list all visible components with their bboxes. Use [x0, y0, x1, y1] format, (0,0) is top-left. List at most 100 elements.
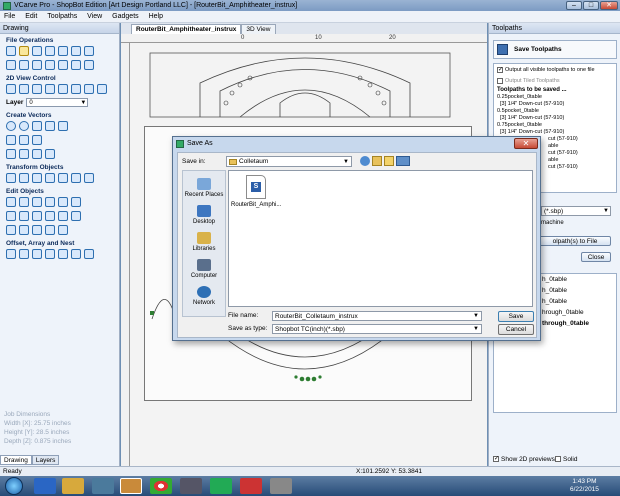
export-icon[interactable]	[45, 60, 55, 70]
notes-icon[interactable]	[58, 60, 68, 70]
measure-icon[interactable]	[32, 225, 42, 235]
post-processor-select[interactable]: (*.sbp) ▼	[541, 206, 611, 216]
close-toolpaths-button[interactable]: Close	[581, 252, 611, 262]
option-output-tiled[interactable]: Output Tiled Toolpaths	[494, 77, 616, 86]
back-icon[interactable]	[360, 156, 370, 166]
file-name-input[interactable]: RouterBit_Colletaum_instrux ▼	[272, 311, 482, 321]
grid-icon[interactable]	[71, 84, 81, 94]
smooth-icon[interactable]	[32, 211, 42, 221]
view-menu-icon[interactable]	[396, 156, 410, 166]
intersect-icon[interactable]	[71, 197, 81, 207]
redo-alt-icon[interactable]	[84, 60, 94, 70]
start-button[interactable]	[5, 477, 23, 495]
cancel-button[interactable]: Cancel	[498, 324, 534, 335]
place-libraries[interactable]: Libraries	[183, 232, 225, 252]
text-icon[interactable]	[6, 149, 16, 159]
internet-explorer-icon[interactable]	[34, 478, 56, 494]
curve-icon[interactable]	[32, 135, 42, 145]
app-taskbar-icon-4[interactable]	[270, 478, 292, 494]
fillet-icon[interactable]	[45, 211, 55, 221]
import-vectors-icon[interactable]	[45, 46, 55, 56]
extend-icon[interactable]	[58, 211, 68, 221]
text-on-curve-icon[interactable]	[19, 149, 29, 159]
trim-icon[interactable]	[32, 197, 42, 207]
rectangle-icon[interactable]	[32, 121, 42, 131]
snap-icon[interactable]	[97, 84, 107, 94]
arc-icon[interactable]	[19, 135, 29, 145]
fit-vectors-icon[interactable]	[58, 249, 68, 259]
checkbox-unchecked-icon[interactable]	[555, 456, 561, 463]
place-network[interactable]: Network	[183, 286, 225, 306]
star-icon[interactable]	[58, 121, 68, 131]
zoom-out-icon[interactable]	[32, 84, 42, 94]
menu-edit[interactable]: Edit	[21, 11, 41, 23]
lock-icon[interactable]	[58, 225, 68, 235]
menu-file[interactable]: File	[0, 11, 19, 23]
solid-option[interactable]: Solid	[555, 456, 577, 463]
option-output-one-file[interactable]: Output all visible toolpaths to one file	[494, 64, 616, 77]
subtract-icon[interactable]	[58, 197, 68, 207]
zoom-selected-icon[interactable]	[45, 84, 55, 94]
dimension-icon[interactable]	[45, 149, 55, 159]
copy-along-icon[interactable]	[84, 249, 94, 259]
file-explorer-icon[interactable]	[62, 478, 84, 494]
open-file-icon[interactable]	[19, 46, 29, 56]
place-recent[interactable]: Recent Places	[183, 178, 225, 198]
checkbox-checked-icon[interactable]	[497, 66, 503, 73]
array-copy-icon[interactable]	[19, 249, 29, 259]
tab-layers[interactable]: Layers	[31, 455, 60, 465]
ungroup-icon[interactable]	[19, 225, 29, 235]
checkbox-checked-icon[interactable]	[493, 456, 499, 463]
undo-icon[interactable]	[71, 46, 81, 56]
save-button[interactable]: Save	[498, 311, 534, 322]
menu-view[interactable]: View	[83, 11, 106, 23]
align-icon[interactable]	[19, 173, 29, 183]
circle-icon[interactable]	[6, 121, 16, 131]
app-taskbar-icon[interactable]	[180, 478, 202, 494]
app-taskbar-icon-2[interactable]	[210, 478, 232, 494]
save-in-combo[interactable]: Colletaum ▼	[226, 156, 352, 167]
place-desktop[interactable]: Desktop	[183, 205, 225, 225]
dialog-close-button[interactable]: ✕	[514, 138, 538, 149]
save-toolpath-to-file-button[interactable]: olpath(s) to File	[539, 236, 611, 246]
close-window-button[interactable]: ✕	[600, 1, 618, 10]
menu-help[interactable]: Help	[145, 11, 167, 23]
view-3d-icon[interactable]	[84, 84, 94, 94]
redo-icon[interactable]	[84, 46, 94, 56]
scale-icon[interactable]	[32, 173, 42, 183]
layer-select[interactable]: 0 ▼	[26, 98, 89, 107]
zoom-in-icon[interactable]	[19, 84, 29, 94]
tab-2d-document[interactable]: RouterBit_Amphitheater_instrux	[131, 24, 242, 34]
checkbox-unchecked-icon[interactable]	[497, 77, 503, 84]
taskbar-clock[interactable]: 1:43 PM 6/22/2015	[570, 478, 599, 494]
select-icon[interactable]	[6, 197, 16, 207]
boundary-icon[interactable]	[45, 225, 55, 235]
group-icon[interactable]	[6, 225, 16, 235]
vcarve-taskbar-icon[interactable]	[120, 478, 142, 494]
close-vector-icon[interactable]	[19, 211, 29, 221]
line-icon[interactable]	[6, 135, 16, 145]
polygon-icon[interactable]	[45, 121, 55, 131]
minimize-button[interactable]: –	[566, 1, 582, 10]
save-as-type-select[interactable]: Shopbot TC(inch)(*.sbp) ▼	[272, 324, 482, 334]
bitmap-icon[interactable]	[19, 60, 29, 70]
menu-gadgets[interactable]: Gadgets	[108, 11, 142, 23]
auto-layout-text-icon[interactable]	[32, 149, 42, 159]
move-icon[interactable]	[6, 173, 16, 183]
weld-icon[interactable]	[45, 197, 55, 207]
pan-icon[interactable]	[58, 84, 68, 94]
up-folder-icon[interactable]	[372, 156, 382, 166]
media-player-icon[interactable]	[92, 478, 114, 494]
import-bitmap-icon[interactable]	[32, 60, 42, 70]
new-folder-icon[interactable]	[384, 156, 394, 166]
place-computer[interactable]: Computer	[183, 259, 225, 279]
mirror-icon[interactable]	[58, 173, 68, 183]
file-item[interactable]: S RouterBit_Amphi...	[231, 175, 281, 208]
circular-array-icon[interactable]	[32, 249, 42, 259]
undo-alt-icon[interactable]	[71, 60, 81, 70]
scissors-icon[interactable]	[71, 211, 81, 221]
show-2d-previews-option[interactable]: Show 2D previews	[493, 456, 555, 463]
rotate-icon[interactable]	[45, 173, 55, 183]
save-file-icon[interactable]	[32, 46, 42, 56]
ellipse-icon[interactable]	[19, 121, 29, 131]
